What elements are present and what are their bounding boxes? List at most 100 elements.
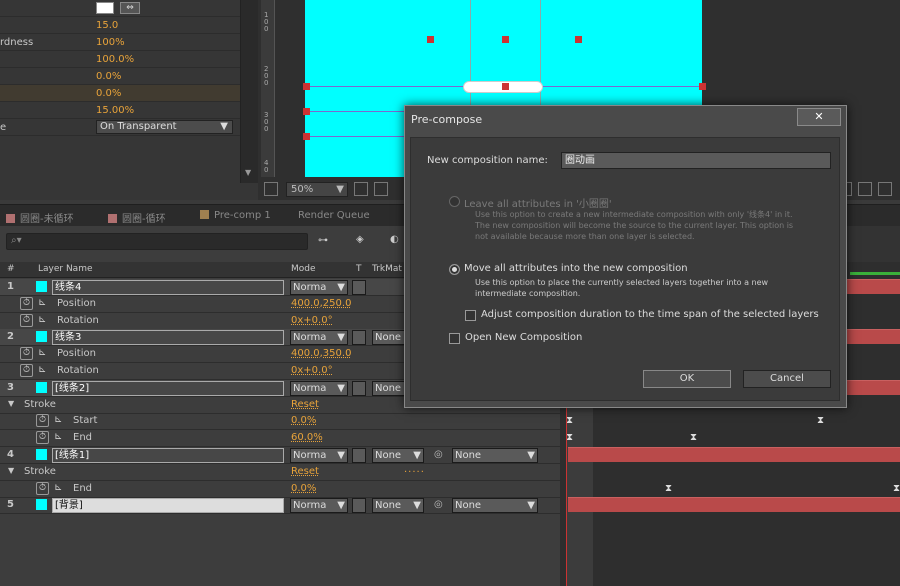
keyframe-icon[interactable]: ⧗ <box>566 415 573 426</box>
fx-value[interactable]: 15.00% <box>96 105 134 116</box>
keyframe-icon[interactable]: ⧗ <box>665 483 672 494</box>
fx-value[interactable]: 100% <box>96 37 125 48</box>
keyframe-icon[interactable]: ⧗ <box>893 483 900 494</box>
preserve-transparency-box[interactable] <box>352 448 366 463</box>
property-value[interactable]: 0.0% <box>291 415 316 426</box>
transparent-dropdown[interactable]: On Transparent ▼ <box>96 120 233 134</box>
graph-icon[interactable]: ⊾ <box>54 482 62 493</box>
stopwatch-icon[interactable]: ⏱ <box>36 481 49 495</box>
fx-value[interactable]: 0.0% <box>96 88 121 99</box>
expand-icon[interactable]: ▼ <box>8 399 14 408</box>
preserve-transparency-box[interactable] <box>352 380 366 396</box>
label-color-swatch[interactable] <box>36 449 47 460</box>
stopwatch-icon[interactable]: ⏱ <box>36 414 49 428</box>
label-color-swatch[interactable] <box>36 381 47 393</box>
keyframe-icon[interactable]: ⧗ <box>566 432 573 443</box>
keyframe-icon[interactable]: ⧗ <box>817 415 824 426</box>
tab-precomp[interactable]: Pre-comp 1 <box>200 210 271 221</box>
fx-row[interactable]: 100.0% <box>0 51 240 68</box>
stopwatch-icon[interactable]: ⏱ <box>20 364 33 377</box>
pick-whip-icon[interactable]: ◎ <box>434 499 443 510</box>
expand-icon[interactable]: ▼ <box>8 466 14 475</box>
fx-row[interactable]: 15.00% <box>0 102 240 119</box>
mode-dropdown[interactable]: Norma ▼ <box>290 498 348 514</box>
exposure-icon[interactable] <box>878 182 892 196</box>
property-row[interactable]: ⏱ ⊾ Start 0.0% <box>0 413 560 431</box>
color-swatch[interactable] <box>96 2 114 14</box>
snapshot-icon[interactable] <box>264 182 278 196</box>
graph-icon[interactable]: ⊾ <box>38 314 46 325</box>
stopwatch-icon[interactable]: ⏱ <box>36 431 49 445</box>
work-area-bar[interactable] <box>850 272 900 275</box>
fx-row[interactable]: 0.0% <box>0 68 240 85</box>
keyframe-icon[interactable]: ⧗ <box>690 432 697 443</box>
transparency-grid-icon[interactable] <box>858 182 872 196</box>
layer-name[interactable]: [背景] <box>52 498 284 514</box>
open-new-comp-checkbox[interactable] <box>449 333 460 344</box>
fx-row[interactable]: 15.0 <box>0 17 240 34</box>
leave-attributes-radio[interactable] <box>449 196 460 207</box>
layer-name[interactable]: 线条4 <box>52 280 284 295</box>
layer-row[interactable]: 4 [线条1] Norma ▼ None ▼ ◎ None ▼ <box>0 447 560 464</box>
fx-scrollbar[interactable]: ▼ <box>240 0 258 183</box>
adjust-duration-checkbox[interactable] <box>465 310 476 321</box>
search-input[interactable]: ⌕▾ <box>6 233 308 250</box>
ok-button[interactable]: OK <box>643 370 731 388</box>
fx-value[interactable]: 0.0% <box>96 71 121 82</box>
reset-link[interactable]: Reset <box>291 399 319 410</box>
fx-row[interactable]: 0.0% <box>0 85 240 102</box>
label-color-swatch[interactable] <box>36 281 47 292</box>
property-row[interactable]: ⏱ ⊾ End 60.0% <box>0 430 560 448</box>
mode-dropdown[interactable]: Norma ▼ <box>290 330 348 346</box>
eyedropper-icon[interactable]: ⇔ <box>120 2 140 14</box>
mode-dropdown[interactable]: Norma ▼ <box>290 380 348 396</box>
mode-dropdown[interactable]: Norma ▼ <box>290 280 348 295</box>
graph-icon[interactable]: ⊾ <box>38 347 46 358</box>
draft-3d-icon[interactable]: ⊶ <box>318 235 328 246</box>
motion-blur-icon[interactable]: ◐ <box>390 234 399 245</box>
layer-name[interactable]: [线条1] <box>52 448 284 463</box>
bounding-handle[interactable] <box>502 36 509 43</box>
comp-name-input[interactable]: 圈动画 <box>561 152 831 169</box>
move-attributes-radio[interactable] <box>449 264 460 275</box>
anchor-point[interactable] <box>502 83 509 90</box>
resolution-icon[interactable] <box>354 182 368 196</box>
property-value[interactable]: 60.0% <box>291 432 323 443</box>
parent-dropdown[interactable]: None ▼ <box>452 498 538 514</box>
tab-render-queue[interactable]: Render Queue <box>298 210 370 221</box>
property-row[interactable]: ▼ Stroke Reset..... <box>0 464 560 481</box>
label-color-swatch[interactable] <box>36 331 47 343</box>
bounding-handle[interactable] <box>427 36 434 43</box>
property-value[interactable]: 400.0,350.0 <box>291 348 351 359</box>
zoom-dropdown[interactable]: 50% ▼ <box>286 182 348 197</box>
trkmat-dropdown[interactable]: None ▼ <box>372 498 424 514</box>
preserve-transparency-box[interactable] <box>352 330 366 346</box>
tab-comp-cycled[interactable]: 圆圈-循环 <box>108 210 166 225</box>
property-value[interactable]: 0x+0.0° <box>291 365 333 376</box>
property-row[interactable]: ⏱ ⊾ End 0.0% <box>0 481 560 498</box>
bounding-handle[interactable] <box>303 108 310 115</box>
label-color-swatch[interactable] <box>36 499 47 511</box>
close-button[interactable]: ✕ <box>797 108 841 126</box>
stopwatch-icon[interactable]: ⏱ <box>20 347 33 361</box>
cancel-button[interactable]: Cancel <box>743 370 831 388</box>
stopwatch-icon[interactable]: ⏱ <box>20 296 33 310</box>
layer-row[interactable]: 5 [背景] Norma ▼ None ▼ ◎ None ▼ <box>0 497 560 515</box>
layer-duration-bar[interactable] <box>568 447 900 462</box>
property-value[interactable]: 400.0,250.0 <box>291 298 351 309</box>
scroll-down-icon[interactable]: ▼ <box>245 168 251 177</box>
layer-name[interactable]: 线条3 <box>52 330 284 346</box>
graph-icon[interactable]: ⊾ <box>54 414 62 425</box>
graph-icon[interactable]: ⊾ <box>38 364 46 375</box>
property-value[interactable]: 0.0% <box>291 483 316 494</box>
graph-icon[interactable]: ⊾ <box>54 431 62 442</box>
property-value[interactable]: 0x+0.0° <box>291 315 333 326</box>
fx-value[interactable]: 100.0% <box>96 54 134 65</box>
grid-icon[interactable] <box>374 182 388 196</box>
tab-comp-uncycled[interactable]: 圆圈-未循环 <box>6 210 74 225</box>
cube-icon[interactable]: ◈ <box>356 234 364 245</box>
bounding-handle[interactable] <box>699 83 706 90</box>
layer-duration-bar[interactable] <box>568 497 900 513</box>
fx-row[interactable]: rdness 100% <box>0 34 240 51</box>
stopwatch-icon[interactable]: ⏱ <box>20 313 33 327</box>
